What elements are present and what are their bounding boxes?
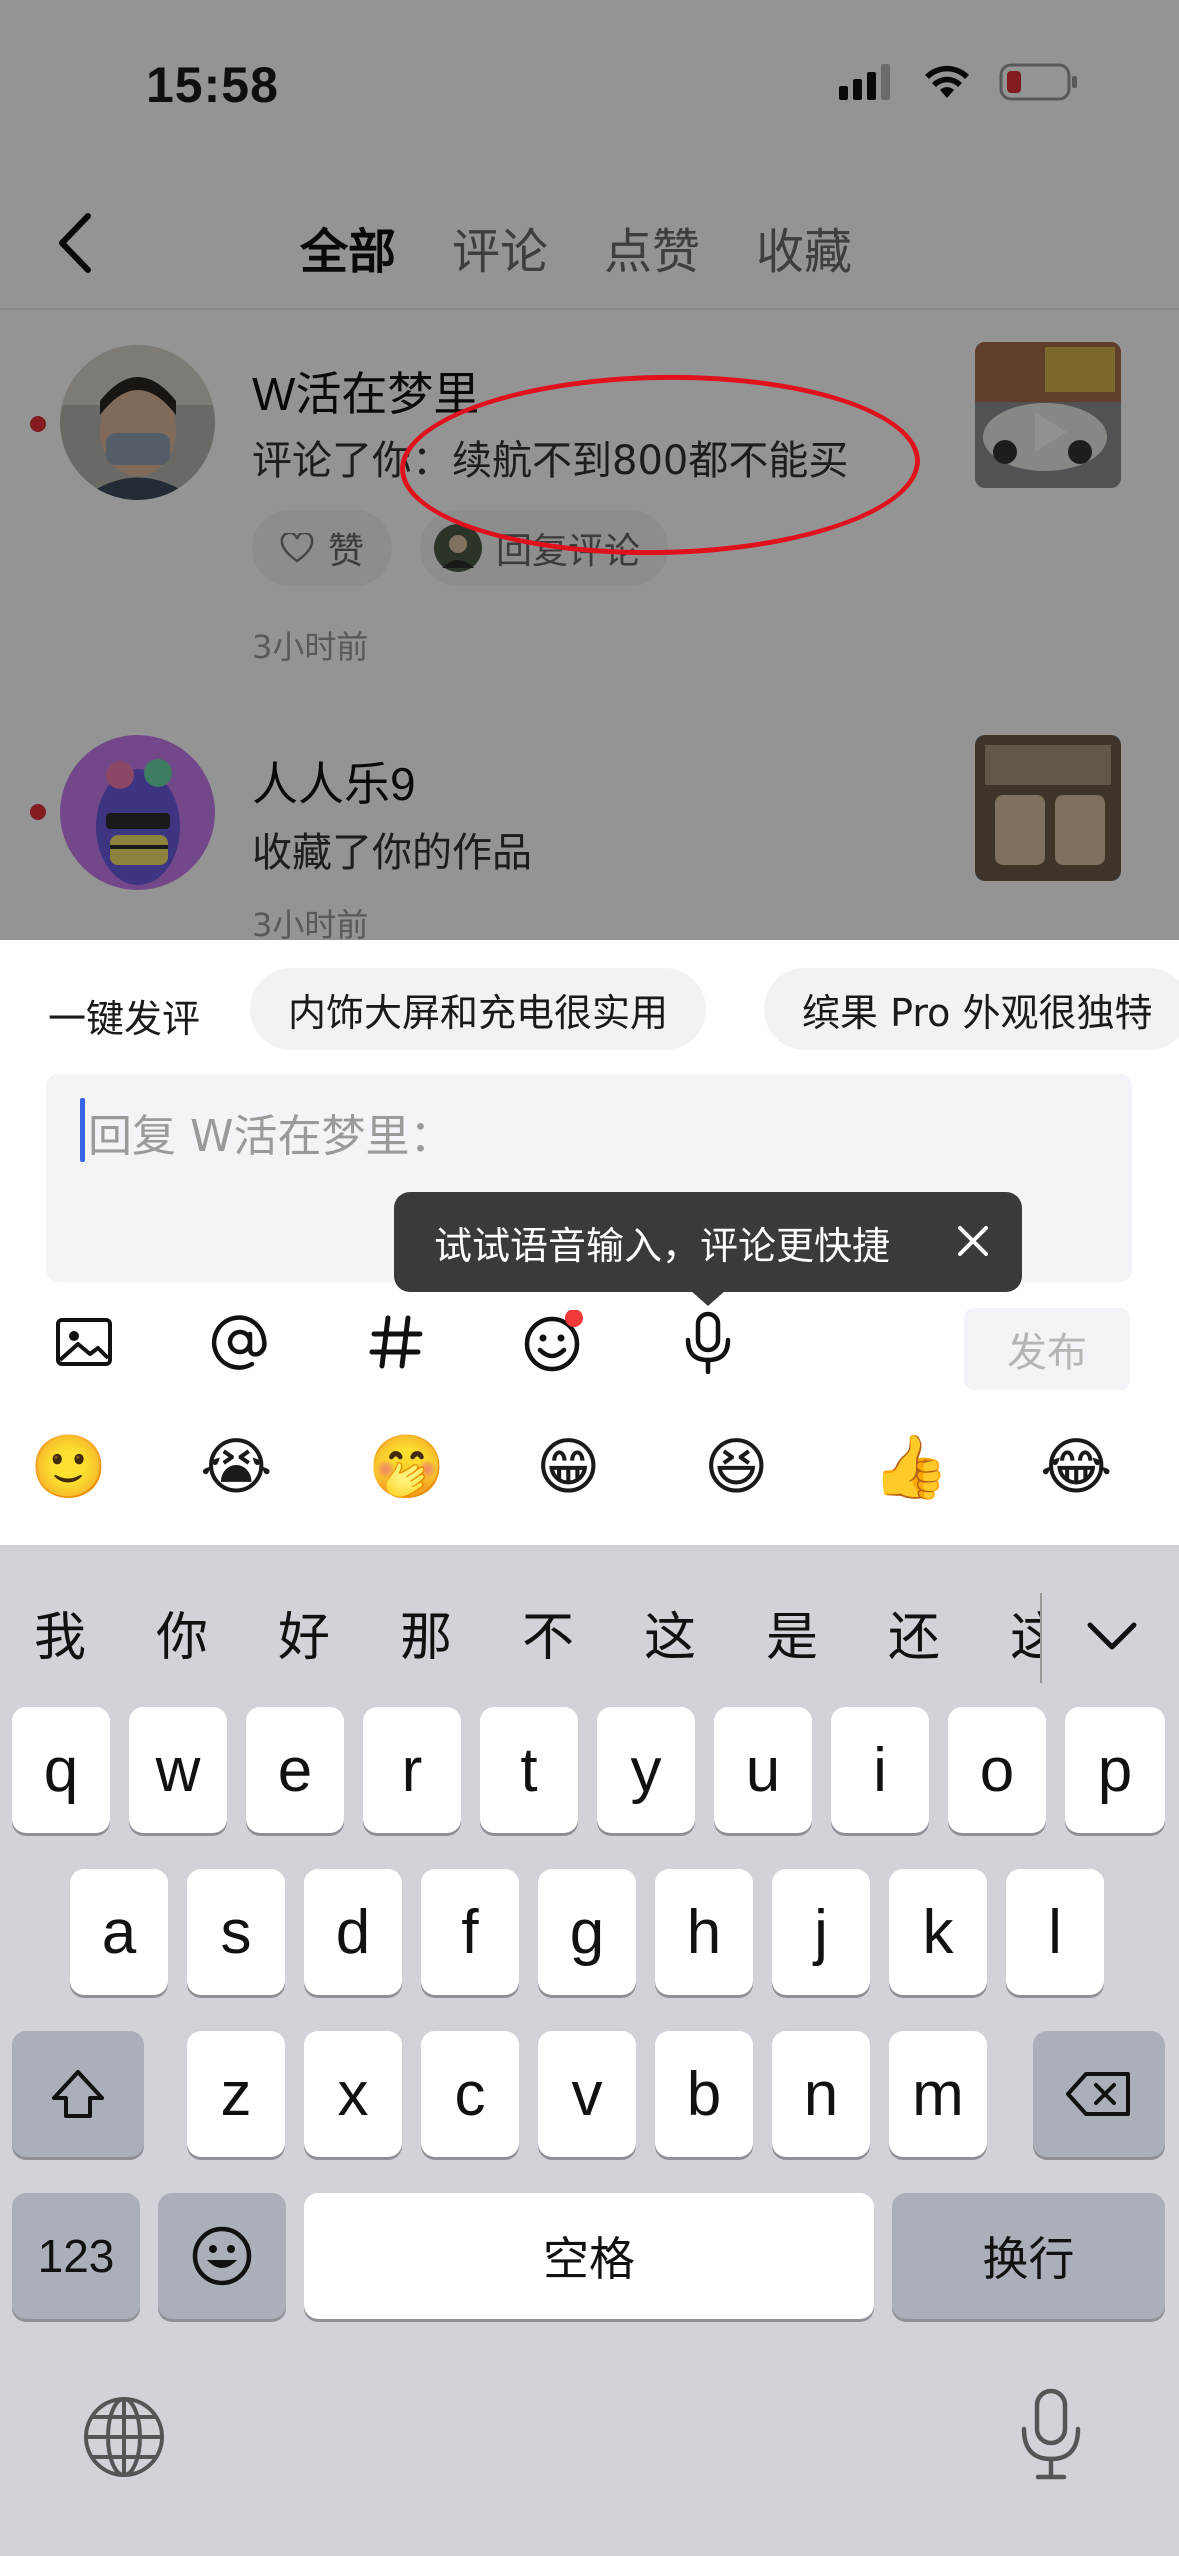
key-x[interactable]: x bbox=[304, 2031, 402, 2157]
numbers-key[interactable]: 123 bbox=[12, 2193, 140, 2319]
key-s[interactable]: s bbox=[187, 1869, 285, 1995]
space-key[interactable]: 空格 bbox=[304, 2193, 874, 2319]
emoji-tears-of-joy[interactable]: 😂 bbox=[1040, 1432, 1112, 1502]
candidate-word[interactable]: 那 bbox=[400, 1595, 452, 1670]
key-y[interactable]: y bbox=[597, 1707, 695, 1833]
quick-comment-chip[interactable]: 内饰大屏和充电很实用 bbox=[250, 968, 707, 1050]
tooltip-text: 试试语音输入，评论更快捷 bbox=[434, 1223, 891, 1268]
key-u[interactable]: u bbox=[714, 1707, 812, 1833]
key-k[interactable]: k bbox=[889, 1869, 987, 1995]
publish-button[interactable]: 发布 bbox=[964, 1308, 1130, 1390]
candidate-word[interactable]: 我 bbox=[34, 1595, 86, 1670]
key-c[interactable]: c bbox=[421, 2031, 519, 2157]
image-icon[interactable] bbox=[52, 1310, 116, 1374]
key-v[interactable]: v bbox=[538, 2031, 636, 2157]
globe-icon[interactable] bbox=[82, 2395, 166, 2483]
at-icon[interactable] bbox=[208, 1310, 272, 1374]
emoji-laughing[interactable]: 😆 bbox=[704, 1432, 769, 1502]
key-m[interactable]: m bbox=[889, 2031, 987, 2157]
key-d[interactable]: d bbox=[304, 1869, 402, 1995]
emoji-grinning[interactable]: 😁 bbox=[536, 1432, 601, 1502]
emoji-icon[interactable] bbox=[520, 1309, 584, 1374]
notifications-page: 15:58 全部 评论 点赞 收藏 W活在梦里 评论了你：续航不到800都不能买… bbox=[0, 0, 1179, 940]
emoji-slightly-smiling[interactable]: 🙂 bbox=[30, 1432, 107, 1502]
shift-icon bbox=[52, 2070, 104, 2118]
key-z[interactable]: z bbox=[187, 2031, 285, 2157]
emoji-keyboard-key[interactable] bbox=[158, 2193, 286, 2319]
tooltip-arrow bbox=[690, 1290, 726, 1306]
key-q[interactable]: q bbox=[12, 1707, 110, 1833]
key-o[interactable]: o bbox=[948, 1707, 1046, 1833]
dictation-microphone-icon[interactable] bbox=[1016, 2387, 1086, 2487]
key-a[interactable]: a bbox=[70, 1869, 168, 1995]
key-w[interactable]: w bbox=[129, 1707, 227, 1833]
candidate-word[interactable]: 不 bbox=[522, 1595, 574, 1670]
candidate-word[interactable]: 你 bbox=[156, 1595, 208, 1670]
emoji-crying[interactable]: 😭 bbox=[200, 1432, 272, 1502]
delete-key[interactable] bbox=[1033, 2031, 1165, 2157]
input-placeholder: 回复 W活在梦里： bbox=[88, 1111, 454, 1162]
quick-comment-chip[interactable]: 缤果 Pro 外观很独特 bbox=[764, 968, 1179, 1050]
text-caret bbox=[80, 1098, 85, 1162]
key-t[interactable]: t bbox=[480, 1707, 578, 1833]
backspace-icon bbox=[1066, 2072, 1130, 2116]
key-n[interactable]: n bbox=[772, 2031, 870, 2157]
key-e[interactable]: e bbox=[246, 1707, 344, 1833]
key-p[interactable]: p bbox=[1065, 1707, 1165, 1833]
key-i[interactable]: i bbox=[831, 1707, 929, 1833]
emoji-thumbs-up[interactable]: 👍 bbox=[872, 1432, 949, 1502]
emoji-icon bbox=[192, 2226, 252, 2286]
voice-input-tooltip: 试试语音输入，评论更快捷 bbox=[394, 1192, 1022, 1292]
key-r[interactable]: r bbox=[363, 1707, 461, 1833]
key-l[interactable]: l bbox=[1006, 1869, 1104, 1995]
candidate-word[interactable]: 好 bbox=[278, 1595, 330, 1670]
hashtag-icon[interactable] bbox=[364, 1310, 428, 1374]
emoji-hand-over-mouth[interactable]: 🤭 bbox=[368, 1432, 445, 1502]
candidate-word[interactable]: 这 bbox=[644, 1595, 696, 1670]
key-j[interactable]: j bbox=[772, 1869, 870, 1995]
return-key[interactable]: 换行 bbox=[892, 2193, 1165, 2319]
close-icon[interactable] bbox=[950, 1218, 996, 1264]
candidate-divider bbox=[1040, 1593, 1042, 1683]
candidate-word[interactable]: 是 bbox=[766, 1595, 818, 1670]
key-b[interactable]: b bbox=[655, 2031, 753, 2157]
shift-key[interactable] bbox=[12, 2031, 144, 2157]
system-keyboard: 我 你 好 那 不 这 是 还 这 q w e r t y u i o p a … bbox=[0, 1545, 1179, 2556]
candidate-word[interactable]: 还 bbox=[888, 1595, 940, 1670]
candidate-word[interactable]: 这 bbox=[1010, 1595, 1040, 1670]
quick-comment-label: 一键发评 bbox=[48, 997, 201, 1041]
expand-candidates-chevron-icon[interactable] bbox=[1082, 1615, 1142, 1659]
key-h[interactable]: h bbox=[655, 1869, 753, 1995]
microphone-icon[interactable] bbox=[676, 1310, 740, 1375]
key-g[interactable]: g bbox=[538, 1869, 636, 1995]
key-f[interactable]: f bbox=[421, 1869, 519, 1995]
